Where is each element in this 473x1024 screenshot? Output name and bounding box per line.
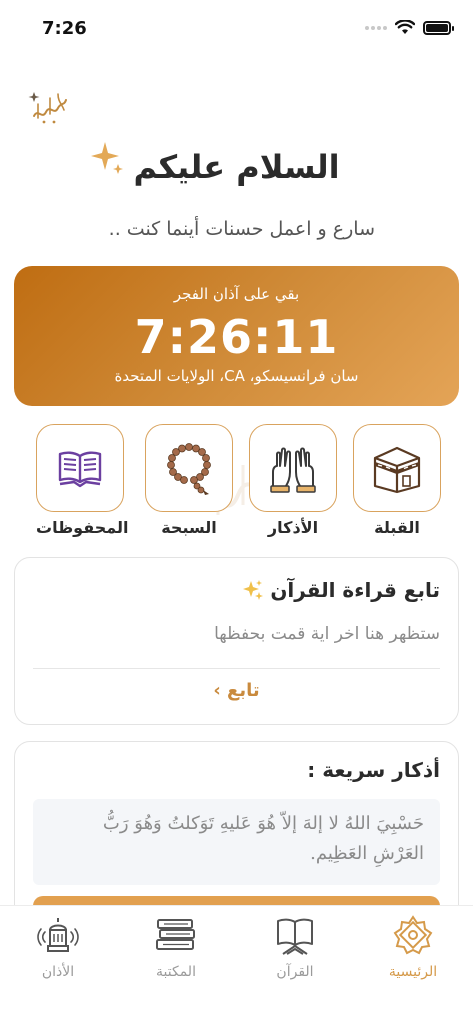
- continue-button[interactable]: تابع ›: [15, 680, 458, 701]
- status-icons: [365, 20, 454, 35]
- sparkle-icon: [91, 142, 124, 174]
- quick-actions: القبلة الأذكار السبحة المحفوظات: [0, 424, 473, 544]
- prayer-countdown-card[interactable]: بقي على آذان الفجر 7:26:11 سان فرانسيسكو…: [14, 266, 459, 406]
- saved-button[interactable]: المحفوظات: [36, 424, 129, 537]
- prayer-beads-icon: [167, 443, 211, 495]
- cellular-signal-icon: [365, 25, 387, 30]
- saved-label: المحفوظات: [36, 518, 129, 537]
- greeting-title: السلام عليكم: [91, 142, 340, 186]
- tab-home-label: الرئيسية: [388, 964, 438, 980]
- quick-azkar-title: أذكار سريعة :: [307, 758, 440, 782]
- battery-icon: [423, 20, 454, 35]
- status-time: 7:26: [42, 18, 87, 39]
- praying-hands-icon: [270, 447, 316, 493]
- tab-quran[interactable]: القرآن: [250, 914, 340, 980]
- wifi-icon: [395, 20, 415, 34]
- tab-adhan[interactable]: الأذان: [13, 914, 103, 980]
- location-text: سان فرانسيسكو، CA، الولايات المتحدة: [114, 367, 359, 385]
- divider: [33, 668, 440, 669]
- tab-quran-label: القرآن: [276, 964, 314, 980]
- dhikr-text: حَسْبِيَ اللهُ لا إلهَ إلاّ هُوَ عَليهِ …: [33, 799, 440, 885]
- sebha-button[interactable]: السبحة: [145, 424, 233, 537]
- greeting-text: السلام عليكم: [133, 148, 340, 186]
- open-book-icon: [58, 451, 102, 488]
- mosque-speaker-icon: [37, 918, 79, 952]
- sebha-label: السبحة: [161, 518, 217, 537]
- continue-reading-card: تابع قراءة القرآن ستظهر هنا اخر اية قمت …: [14, 557, 459, 725]
- status-bar: 7:26: [0, 0, 473, 60]
- tab-bar: الرئيسية القرآن المكتبة الأذان: [0, 905, 473, 1024]
- next-prayer-label: بقي على آذان الفجر: [173, 285, 300, 303]
- sparkles-icon: [243, 580, 264, 600]
- continue-reading-title: تابع قراءة القرآن: [270, 578, 440, 602]
- qibla-button[interactable]: القبلة: [353, 424, 441, 537]
- books-stack-icon: [156, 919, 195, 950]
- last-saved-ayah-placeholder: ستظهر هنا اخر اية قمت بحفظها: [214, 624, 440, 644]
- quran-book-icon: [277, 918, 313, 955]
- home-star-icon: [393, 915, 433, 955]
- azkar-label: الأذكار: [267, 518, 319, 537]
- azkar-button[interactable]: الأذكار: [249, 424, 337, 537]
- kaaba-icon: [373, 446, 421, 494]
- continue-reading-header: تابع قراءة القرآن: [242, 578, 440, 602]
- tab-adhan-label: الأذان: [41, 964, 75, 980]
- greeting-subtitle: سارع و اعمل حسنات أينما كنت ..: [108, 218, 375, 240]
- tab-home[interactable]: الرئيسية: [368, 914, 458, 980]
- tab-library[interactable]: المكتبة: [131, 914, 221, 980]
- prayer-countdown: 7:26:11: [134, 310, 339, 364]
- tab-library-label: المكتبة: [156, 964, 196, 980]
- calligraphy-logo-icon: [28, 92, 67, 124]
- qibla-label: القبلة: [374, 518, 420, 537]
- greeting: السلام عليكم: [0, 142, 473, 186]
